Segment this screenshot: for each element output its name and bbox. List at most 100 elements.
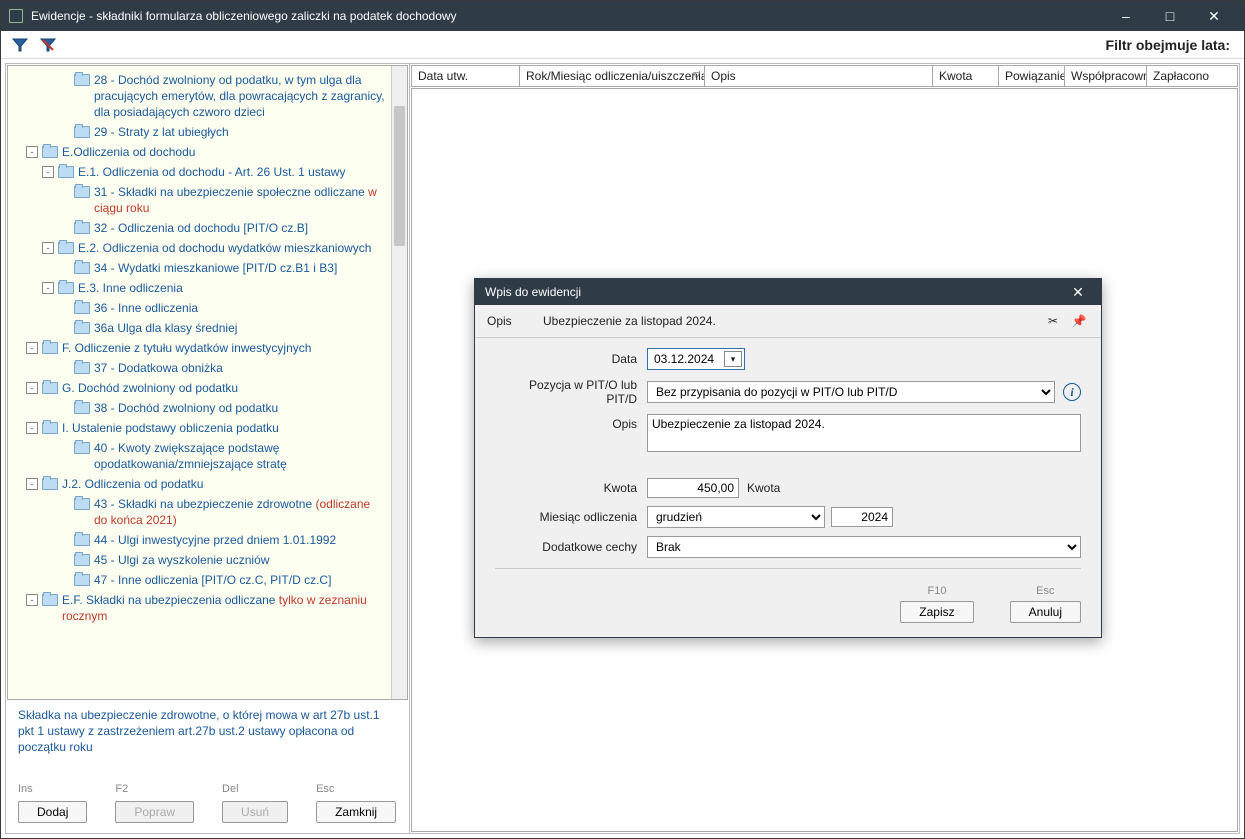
grid-body[interactable]: Wpis do ewidencji ✕ Opis Ubezpieczenie z… bbox=[411, 88, 1238, 832]
expander-icon[interactable]: - bbox=[26, 146, 38, 158]
date-input[interactable]: ▾ bbox=[647, 348, 745, 370]
tree-node[interactable]: -J.2. Odliczenia od podatku bbox=[10, 474, 389, 494]
minimize-button[interactable]: – bbox=[1104, 1, 1148, 31]
folder-icon bbox=[42, 342, 58, 354]
window-title: Ewidencje - składniki formularza oblicze… bbox=[31, 9, 1104, 23]
filter-clear-icon[interactable] bbox=[39, 36, 57, 54]
tree-spacer bbox=[58, 74, 70, 86]
add-button[interactable]: Dodaj bbox=[18, 801, 87, 823]
tree-node[interactable]: -E.2. Odliczenia od dochodu wydatków mie… bbox=[10, 238, 389, 258]
tree-node[interactable]: -I. Ustalenie podstawy obliczenia podatk… bbox=[10, 418, 389, 438]
tree-node[interactable]: - F. Odliczenie z tytułu wydatków inwesty… bbox=[10, 338, 389, 358]
col-wspolpracownik[interactable]: Współpracowni bbox=[1065, 66, 1147, 86]
tree-spacer bbox=[58, 442, 70, 454]
tree-node[interactable]: 43 - Składki na ubezpieczenie zdrowotne … bbox=[10, 494, 389, 530]
right-panel: Data utw. Rok/Miesiąc odliczenia/uiszcze… bbox=[410, 64, 1239, 833]
scrollbar-thumb[interactable] bbox=[394, 106, 405, 246]
tree-label: 40 - Kwoty zwiększające podstawę opodatk… bbox=[94, 440, 389, 472]
col-rok-miesiac[interactable]: Rok/Miesiąc odliczenia/uiszczenia▽ bbox=[520, 66, 705, 86]
save-button[interactable]: Zapisz bbox=[900, 601, 973, 623]
delete-button[interactable]: Usuń bbox=[222, 801, 288, 823]
expander-icon[interactable]: - bbox=[42, 282, 54, 294]
field-label-position: Pozycja w PIT/O lub PIT/D bbox=[495, 378, 647, 406]
cancel-button[interactable]: Anuluj bbox=[1010, 601, 1081, 623]
tree[interactable]: 28 - Dochód zwolniony od podatku, w tym … bbox=[8, 66, 391, 699]
year-input[interactable] bbox=[831, 507, 893, 527]
tree-node[interactable]: 37 - Dodatkowa obniżka bbox=[10, 358, 389, 378]
tree-node[interactable]: 47 - Inne odliczenia [PIT/O cz.C, PIT/D … bbox=[10, 570, 389, 590]
tree-label: 36a Ulga dla klasy średniej bbox=[94, 320, 389, 336]
expander-icon[interactable]: - bbox=[26, 594, 38, 606]
expander-icon[interactable]: - bbox=[26, 382, 38, 394]
folder-icon bbox=[42, 382, 58, 394]
col-zaplacono[interactable]: Zapłacono bbox=[1147, 66, 1237, 86]
tree-node[interactable]: 32 - Odliczenia od dochodu [PIT/O cz.B] bbox=[10, 218, 389, 238]
tree-label: F. Odliczenie z tytułu wydatków inwestyc… bbox=[62, 340, 389, 356]
tree-node[interactable]: 34 - Wydatki mieszkaniowe [PIT/D cz.B1 i… bbox=[10, 258, 389, 278]
month-select[interactable]: grudzień bbox=[647, 506, 825, 528]
sort-indicator-icon: ▽ bbox=[693, 70, 700, 81]
tree-node[interactable]: 28 - Dochód zwolniony od podatku, w tym … bbox=[10, 70, 389, 122]
tree-node[interactable]: 36a Ulga dla klasy średniej bbox=[10, 318, 389, 338]
expander-icon[interactable]: - bbox=[42, 166, 54, 178]
tree-spacer bbox=[58, 126, 70, 138]
body: 28 - Dochód zwolniony od podatku, w tym … bbox=[5, 63, 1240, 834]
col-data-utw[interactable]: Data utw. bbox=[412, 66, 520, 86]
tree-spacer bbox=[58, 498, 70, 510]
selection-description: Składka na ubezpieczenie zdrowotne, o kt… bbox=[18, 707, 397, 767]
tree-label: 28 - Dochód zwolniony od podatku, w tym … bbox=[94, 72, 389, 120]
maximize-button[interactable]: □ bbox=[1148, 1, 1192, 31]
folder-icon bbox=[74, 322, 90, 334]
expander-icon[interactable]: - bbox=[42, 242, 54, 254]
tree-node[interactable]: -E.1. Odliczenia od dochodu - Art. 26 Us… bbox=[10, 162, 389, 182]
tree-node[interactable]: -G. Dochód zwolniony od podatku bbox=[10, 378, 389, 398]
kwota-input[interactable] bbox=[647, 478, 739, 498]
tree-label: 44 - Ulgi inwestycyjne przed dniem 1.01.… bbox=[94, 532, 389, 548]
tree-node[interactable]: - E.F. Składki na ubezpieczenia odliczane… bbox=[10, 590, 389, 626]
folder-icon bbox=[42, 594, 58, 606]
tree-node[interactable]: 44 - Ulgi inwestycyjne przed dniem 1.01.… bbox=[10, 530, 389, 550]
tree-node[interactable]: 38 - Dochód zwolniony od podatku bbox=[10, 398, 389, 418]
col-powiazanie[interactable]: Powiązanie bbox=[999, 66, 1065, 86]
dialog-head-value: Ubezpieczenie za listopad 2024. bbox=[543, 314, 1037, 328]
save-shortcut: F10 bbox=[927, 585, 946, 597]
info-icon[interactable]: i bbox=[1063, 383, 1081, 401]
folder-icon bbox=[74, 186, 90, 198]
tree-node[interactable]: 29 - Straty z lat ubiegłych bbox=[10, 122, 389, 142]
tree-node[interactable]: 40 - Kwoty zwiększające podstawę opodatk… bbox=[10, 438, 389, 474]
folder-icon bbox=[74, 362, 90, 374]
tree-node[interactable]: 31 - Składki na ubezpieczenie społeczne … bbox=[10, 182, 389, 218]
date-text[interactable] bbox=[650, 350, 720, 368]
tree-spacer bbox=[58, 534, 70, 546]
field-label-cechy: Dodatkowe cechy bbox=[495, 540, 647, 554]
left-footer: Składka na ubezpieczenie zdrowotne, o kt… bbox=[6, 701, 409, 833]
col-kwota[interactable]: Kwota bbox=[933, 66, 999, 86]
tree-label: E.F. Składki na ubezpieczenia odliczane … bbox=[62, 592, 389, 624]
features-select[interactable]: Brak bbox=[647, 536, 1081, 558]
delete-shortcut: Del bbox=[222, 783, 239, 795]
filter-icon[interactable] bbox=[11, 36, 29, 54]
folder-icon bbox=[74, 554, 90, 566]
tree-label: 38 - Dochód zwolniony od podatku bbox=[94, 400, 389, 416]
tree-node[interactable]: -E.Odliczenia od dochodu bbox=[10, 142, 389, 162]
calendar-icon[interactable]: ▾ bbox=[724, 351, 742, 367]
opis-textarea[interactable]: Ubezpieczenie za listopad 2024. bbox=[647, 414, 1081, 452]
dialog-close-button[interactable]: ✕ bbox=[1065, 284, 1091, 301]
close-panel-button[interactable]: Zamknij bbox=[316, 801, 396, 823]
entry-dialog: Wpis do ewidencji ✕ Opis Ubezpieczenie z… bbox=[474, 278, 1102, 638]
expander-icon[interactable]: - bbox=[26, 478, 38, 490]
close-button[interactable]: ✕ bbox=[1192, 1, 1236, 31]
expander-icon[interactable]: - bbox=[26, 342, 38, 354]
tree-node[interactable]: 45 - Ulgi za wyszkolenie uczniów bbox=[10, 550, 389, 570]
expander-icon[interactable]: - bbox=[26, 422, 38, 434]
position-select[interactable]: Bez przypisania do pozycji w PIT/O lub P… bbox=[647, 381, 1055, 403]
edit-shortcut: F2 bbox=[115, 783, 128, 795]
tree-node[interactable]: 36 - Inne odliczenia bbox=[10, 298, 389, 318]
col-opis[interactable]: Opis bbox=[705, 66, 933, 86]
tree-node[interactable]: -E.3. Inne odliczenia bbox=[10, 278, 389, 298]
dialog-form: Data ▾ Pozycja w PIT/O lub PIT/D bbox=[475, 338, 1101, 585]
pin-icon[interactable]: 📌 bbox=[1069, 311, 1089, 331]
edit-button[interactable]: Popraw bbox=[115, 801, 194, 823]
tree-scrollbar[interactable] bbox=[391, 66, 407, 699]
scissors-icon[interactable]: ✂ bbox=[1043, 311, 1063, 331]
